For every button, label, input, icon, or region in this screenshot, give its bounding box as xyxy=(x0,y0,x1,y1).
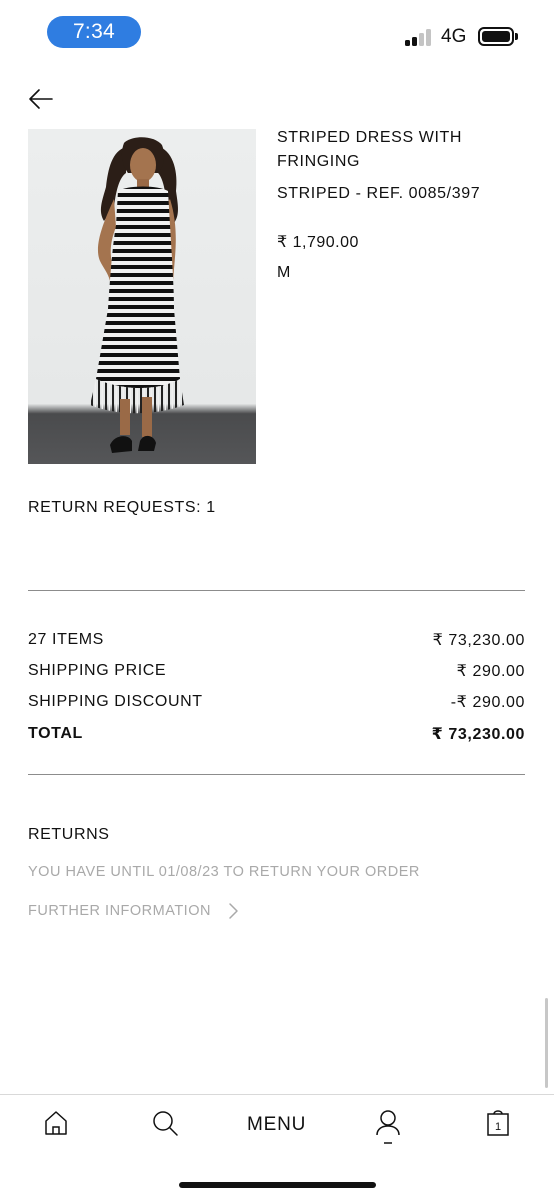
home-icon xyxy=(45,1111,67,1135)
network-type: 4G xyxy=(441,26,467,47)
further-information-link[interactable]: FURTHER INFORMATION xyxy=(28,902,239,920)
summary-items-row: 27 ITEMS ₹ 73,230.00 xyxy=(28,624,525,655)
total-label: TOTAL xyxy=(28,724,83,742)
cart-count: 1 xyxy=(495,1121,501,1133)
shipping-label: SHIPPING PRICE xyxy=(28,661,167,679)
further-information-label: FURTHER INFORMATION xyxy=(28,903,211,919)
product-image[interactable] xyxy=(28,129,256,464)
product-name[interactable]: STRIPED DRESS WITH FRINGING xyxy=(277,126,527,174)
product-info: STRIPED DRESS WITH FRINGING STRIPED - RE… xyxy=(277,126,527,284)
product-price: ₹ 1,790.00 xyxy=(277,234,359,251)
home-indicator xyxy=(179,1182,376,1188)
user-icon xyxy=(376,1110,400,1144)
items-label: 27 ITEMS xyxy=(28,630,104,648)
chevron-right-icon xyxy=(229,903,238,919)
nav-search-button[interactable] xyxy=(151,1109,179,1142)
product-reference: STRIPED - REF. 0085/397 xyxy=(277,185,481,202)
divider-top xyxy=(28,590,525,591)
summary-discount-row: SHIPPING DISCOUNT -₹ 290.00 xyxy=(28,687,525,718)
returns-deadline-note: YOU HAVE UNTIL 01/08/23 TO RETURN YOUR O… xyxy=(28,864,420,880)
total-value: ₹ 73,230.00 xyxy=(431,725,525,743)
battery-tip xyxy=(515,33,518,40)
return-requests[interactable]: RETURN REQUESTS: 1 xyxy=(28,499,216,517)
status-bar: 7:34 4G xyxy=(0,0,554,60)
nav-cart-button[interactable]: 1 xyxy=(486,1109,510,1142)
summary-total-row: TOTAL ₹ 73,230.00 xyxy=(28,718,525,749)
discount-label: SHIPPING DISCOUNT xyxy=(28,693,203,711)
nav-account-button[interactable] xyxy=(374,1109,402,1150)
scrollbar[interactable] xyxy=(545,998,548,1088)
shopping-bag-icon: 1 xyxy=(487,1110,509,1136)
battery-icon xyxy=(478,27,514,46)
back-button[interactable] xyxy=(26,84,56,114)
status-time: 7:34 xyxy=(47,16,141,48)
divider-bottom xyxy=(28,774,525,775)
returns-title: RETURNS xyxy=(28,826,110,843)
nav-home-button[interactable] xyxy=(42,1109,70,1142)
search-icon xyxy=(153,1111,178,1136)
shipping-value: ₹ 290.00 xyxy=(456,662,525,680)
summary-shipping-row: SHIPPING PRICE ₹ 290.00 xyxy=(28,655,525,686)
order-summary: 27 ITEMS ₹ 73,230.00 SHIPPING PRICE ₹ 29… xyxy=(28,624,525,749)
product-photo-icon xyxy=(90,137,184,453)
signal-strength-icon xyxy=(405,28,435,46)
items-value: ₹ 73,230.00 xyxy=(432,631,525,649)
arrow-left-icon xyxy=(29,89,53,109)
product-size: M xyxy=(277,264,291,281)
nav-menu-button[interactable]: MENU xyxy=(247,1114,306,1136)
discount-value: -₹ 290.00 xyxy=(450,694,525,712)
